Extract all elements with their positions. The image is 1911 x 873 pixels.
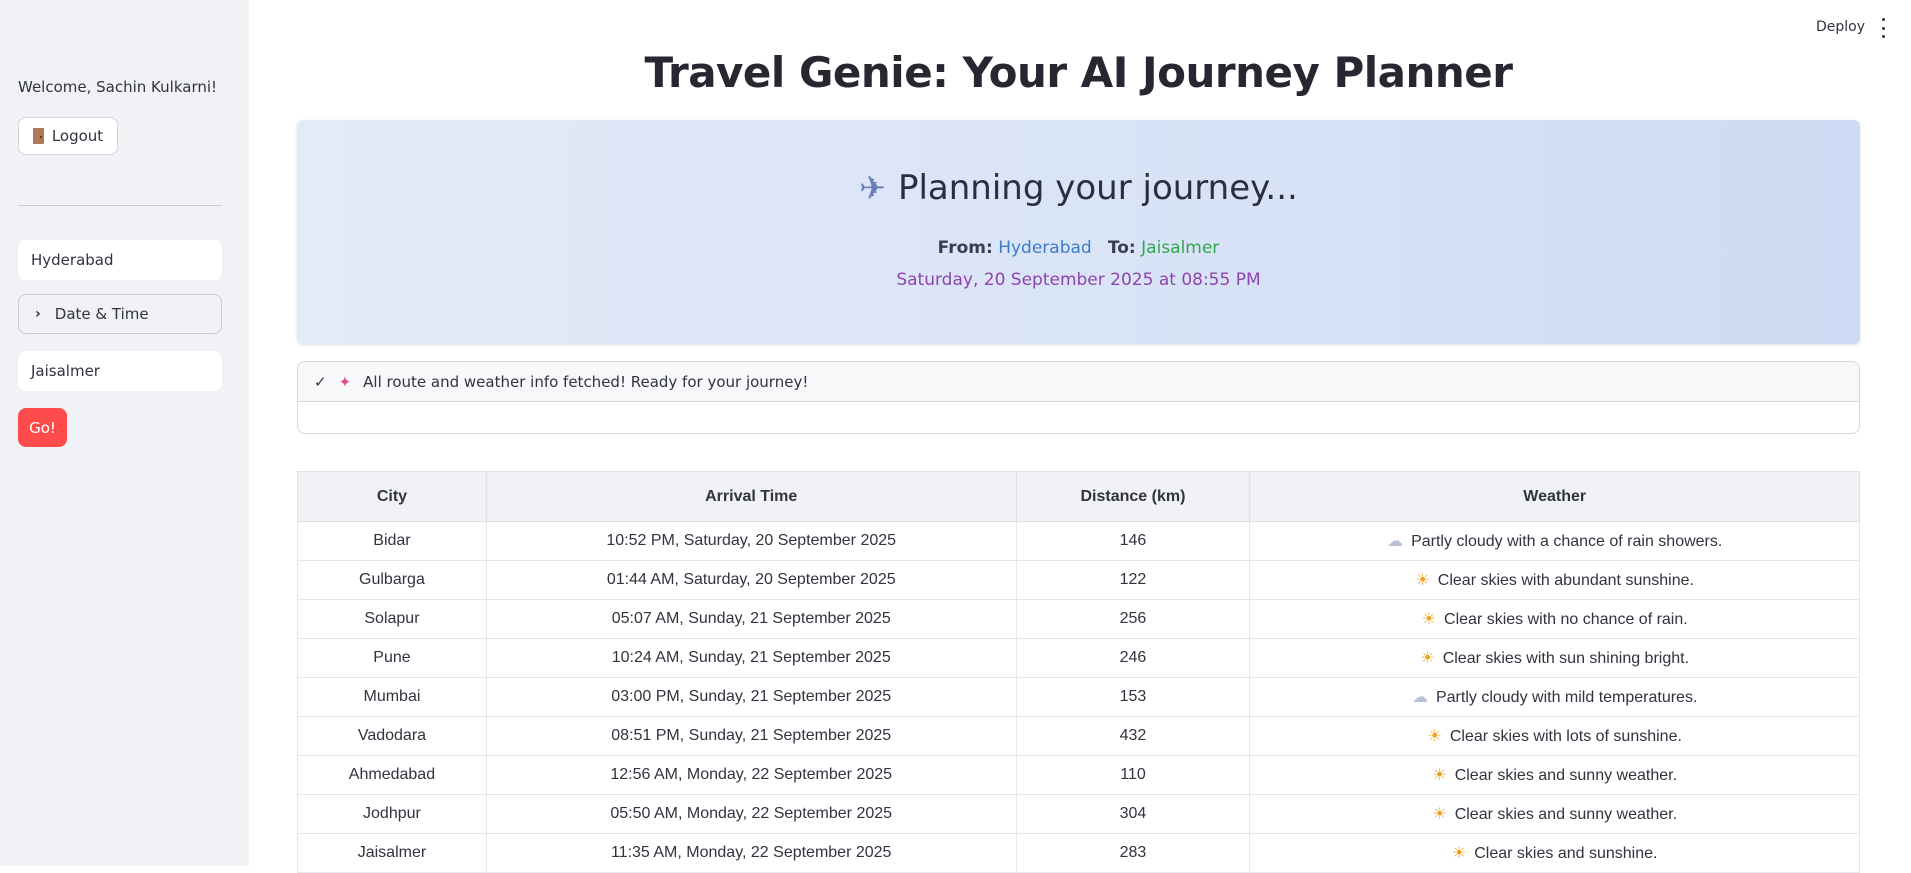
journey-datetime: Saturday, 20 September 2025 at 08:55 PM bbox=[896, 270, 1261, 290]
status-message: All route and weather info fetched! Read… bbox=[363, 372, 809, 391]
sun-icon: ☀ bbox=[1432, 767, 1447, 784]
welcome-text: Welcome, Sachin Kulkarni! bbox=[18, 78, 218, 96]
cell-arrival: 10:24 AM, Sunday, 21 September 2025 bbox=[485, 638, 1017, 678]
column-header-distance[interactable]: Distance (km) bbox=[1015, 471, 1251, 522]
destination-input[interactable]: Jaisalmer bbox=[18, 351, 222, 391]
datetime-expander[interactable]: › Date & Time bbox=[18, 294, 222, 334]
origin-input[interactable]: Hyderabad bbox=[18, 240, 222, 280]
journey-banner: ✈ Planning your journey... From: Hyderab… bbox=[297, 120, 1860, 344]
logout-button[interactable]: Logout bbox=[18, 117, 118, 155]
cell-weather: ☀ Clear skies with abundant sunshine. bbox=[1249, 560, 1860, 600]
cell-arrival: 12:56 AM, Monday, 22 September 2025 bbox=[485, 755, 1017, 795]
go-button[interactable]: Go! bbox=[18, 408, 67, 447]
table-row: Mumbai 03:00 PM, Sunday, 21 September 202… bbox=[297, 677, 1860, 717]
column-header-arrival[interactable]: Arrival Time bbox=[485, 471, 1017, 522]
cell-distance: 432 bbox=[1015, 716, 1251, 756]
cell-city: Bidar bbox=[297, 521, 487, 561]
cloud-icon: ☁ bbox=[1387, 533, 1404, 550]
weather-text: Partly cloudy with mild temperatures. bbox=[1435, 689, 1698, 706]
cell-arrival: 05:50 AM, Monday, 22 September 2025 bbox=[485, 794, 1017, 834]
cell-distance: 256 bbox=[1015, 599, 1251, 639]
sun-icon: ☀ bbox=[1415, 572, 1430, 589]
weather-text: Partly cloudy with a chance of rain show… bbox=[1411, 533, 1723, 550]
cell-distance: 153 bbox=[1015, 677, 1251, 717]
cell-weather: ☁ Partly cloudy with a chance of rain sho… bbox=[1249, 521, 1860, 561]
table-row: Jodhpur 05:50 AM, Monday, 22 September 20… bbox=[297, 794, 1860, 834]
cell-city: Mumbai bbox=[297, 677, 487, 717]
weather-text: Clear skies with abundant sunshine. bbox=[1437, 572, 1694, 589]
column-header-weather[interactable]: Weather bbox=[1249, 471, 1860, 522]
table-row: Jaisalmer 11:35 AM, Monday, 22 September … bbox=[297, 833, 1860, 873]
status-expander: ✓ ✦ All route and weather info fetched! … bbox=[297, 361, 1860, 434]
door-icon bbox=[32, 128, 44, 144]
cell-distance: 146 bbox=[1015, 521, 1251, 561]
column-header-city[interactable]: City bbox=[297, 471, 487, 522]
cell-city: Ahmedabad bbox=[297, 755, 487, 795]
sun-icon: ☀ bbox=[1432, 806, 1447, 823]
cell-weather: ☀ Clear skies and sunshine. bbox=[1249, 833, 1860, 873]
cell-city: Jaisalmer bbox=[297, 833, 487, 873]
datetime-label: Date & Time bbox=[54, 305, 149, 323]
cell-weather: ☀ Clear skies and sunny weather. bbox=[1249, 755, 1860, 795]
sidebar-divider bbox=[18, 205, 222, 206]
cell-city: Vadodara bbox=[297, 716, 487, 756]
main-menu-icon[interactable] bbox=[1880, 18, 1886, 38]
to-value: Jaisalmer bbox=[1141, 238, 1220, 258]
weather-text: Clear skies with sun shining bright. bbox=[1442, 650, 1690, 667]
status-header[interactable]: ✓ ✦ All route and weather info fetched! … bbox=[298, 362, 1859, 402]
cell-city: Jodhpur bbox=[297, 794, 487, 834]
cell-city: Solapur bbox=[297, 599, 487, 639]
deploy-button[interactable]: Deploy bbox=[1816, 19, 1865, 35]
table-row: Pune 10:24 AM, Sunday, 21 September 2025 2… bbox=[297, 638, 1860, 678]
table-row: Vadodara 08:51 PM, Sunday, 21 September 2… bbox=[297, 716, 1860, 756]
cell-arrival: 08:51 PM, Sunday, 21 September 2025 bbox=[485, 716, 1017, 756]
cell-distance: 110 bbox=[1015, 755, 1251, 795]
sun-icon: ☀ bbox=[1451, 845, 1467, 862]
table-row: Ahmedabad 12:56 AM, Monday, 22 September … bbox=[297, 755, 1860, 795]
chevron-right-icon: › bbox=[35, 306, 41, 322]
weather-text: Clear skies and sunny weather. bbox=[1454, 767, 1678, 784]
cloud-icon: ☁ bbox=[1411, 689, 1428, 706]
table-header-row: City Arrival Time Distance (km) Weather bbox=[297, 471, 1860, 522]
cell-arrival: 03:00 PM, Sunday, 21 September 2025 bbox=[485, 677, 1017, 717]
page-title: Travel Genie: Your AI Journey Planner bbox=[644, 48, 1513, 97]
to-label: To: bbox=[1107, 238, 1136, 258]
cell-distance: 304 bbox=[1015, 794, 1251, 834]
party-popper-icon: ✦ bbox=[338, 372, 352, 391]
cell-city: Pune bbox=[297, 638, 487, 678]
cell-distance: 122 bbox=[1015, 560, 1251, 600]
sun-icon: ☀ bbox=[1421, 611, 1437, 628]
table-row: Gulbarga 01:44 AM, Saturday, 20 September… bbox=[297, 560, 1860, 600]
from-value: Hyderabad bbox=[998, 238, 1092, 258]
cell-arrival: 10:52 PM, Saturday, 20 September 2025 bbox=[485, 521, 1017, 561]
weather-text: Clear skies and sunshine. bbox=[1474, 845, 1658, 862]
from-label: From: bbox=[937, 238, 993, 258]
airplane-icon: ✈ bbox=[859, 169, 886, 207]
route-line: From: Hyderabad To: Jaisalmer bbox=[297, 238, 1860, 258]
cell-weather: ☀ Clear skies with sun shining bright. bbox=[1249, 638, 1860, 678]
check-icon: ✓ bbox=[314, 372, 327, 391]
cell-weather: ☀ Clear skies with no chance of rain. bbox=[1249, 599, 1860, 639]
weather-text: Clear skies with lots of sunshine. bbox=[1449, 728, 1682, 745]
cell-weather: ☀ Clear skies and sunny weather. bbox=[1249, 794, 1860, 834]
cell-weather: ☁ Partly cloudy with mild temperatures. bbox=[1249, 677, 1860, 717]
table-row: Solapur 05:07 AM, Sunday, 21 September 20… bbox=[297, 599, 1860, 639]
weather-text: Clear skies and sunny weather. bbox=[1454, 806, 1678, 823]
route-table: City Arrival Time Distance (km) Weather … bbox=[297, 471, 1860, 873]
cell-distance: 283 bbox=[1015, 833, 1251, 873]
cell-distance: 246 bbox=[1015, 638, 1251, 678]
sun-icon: ☀ bbox=[1420, 650, 1435, 667]
cell-arrival: 11:35 AM, Monday, 22 September 2025 bbox=[485, 833, 1017, 873]
weather-text: Clear skies with no chance of rain. bbox=[1444, 611, 1688, 628]
sidebar: Welcome, Sachin Kulkarni! Logout Hyderab… bbox=[0, 0, 249, 866]
cell-weather: ☀ Clear skies with lots of sunshine. bbox=[1249, 716, 1860, 756]
cell-city: Gulbarga bbox=[297, 560, 487, 600]
cell-arrival: 01:44 AM, Saturday, 20 September 2025 bbox=[485, 560, 1017, 600]
logout-label: Logout bbox=[51, 127, 104, 145]
sun-icon: ☀ bbox=[1427, 728, 1442, 745]
cell-arrival: 05:07 AM, Sunday, 21 September 2025 bbox=[485, 599, 1017, 639]
table-row: Bidar 10:52 PM, Saturday, 20 September 20… bbox=[297, 521, 1860, 561]
banner-heading: Planning your journey... bbox=[897, 168, 1298, 208]
